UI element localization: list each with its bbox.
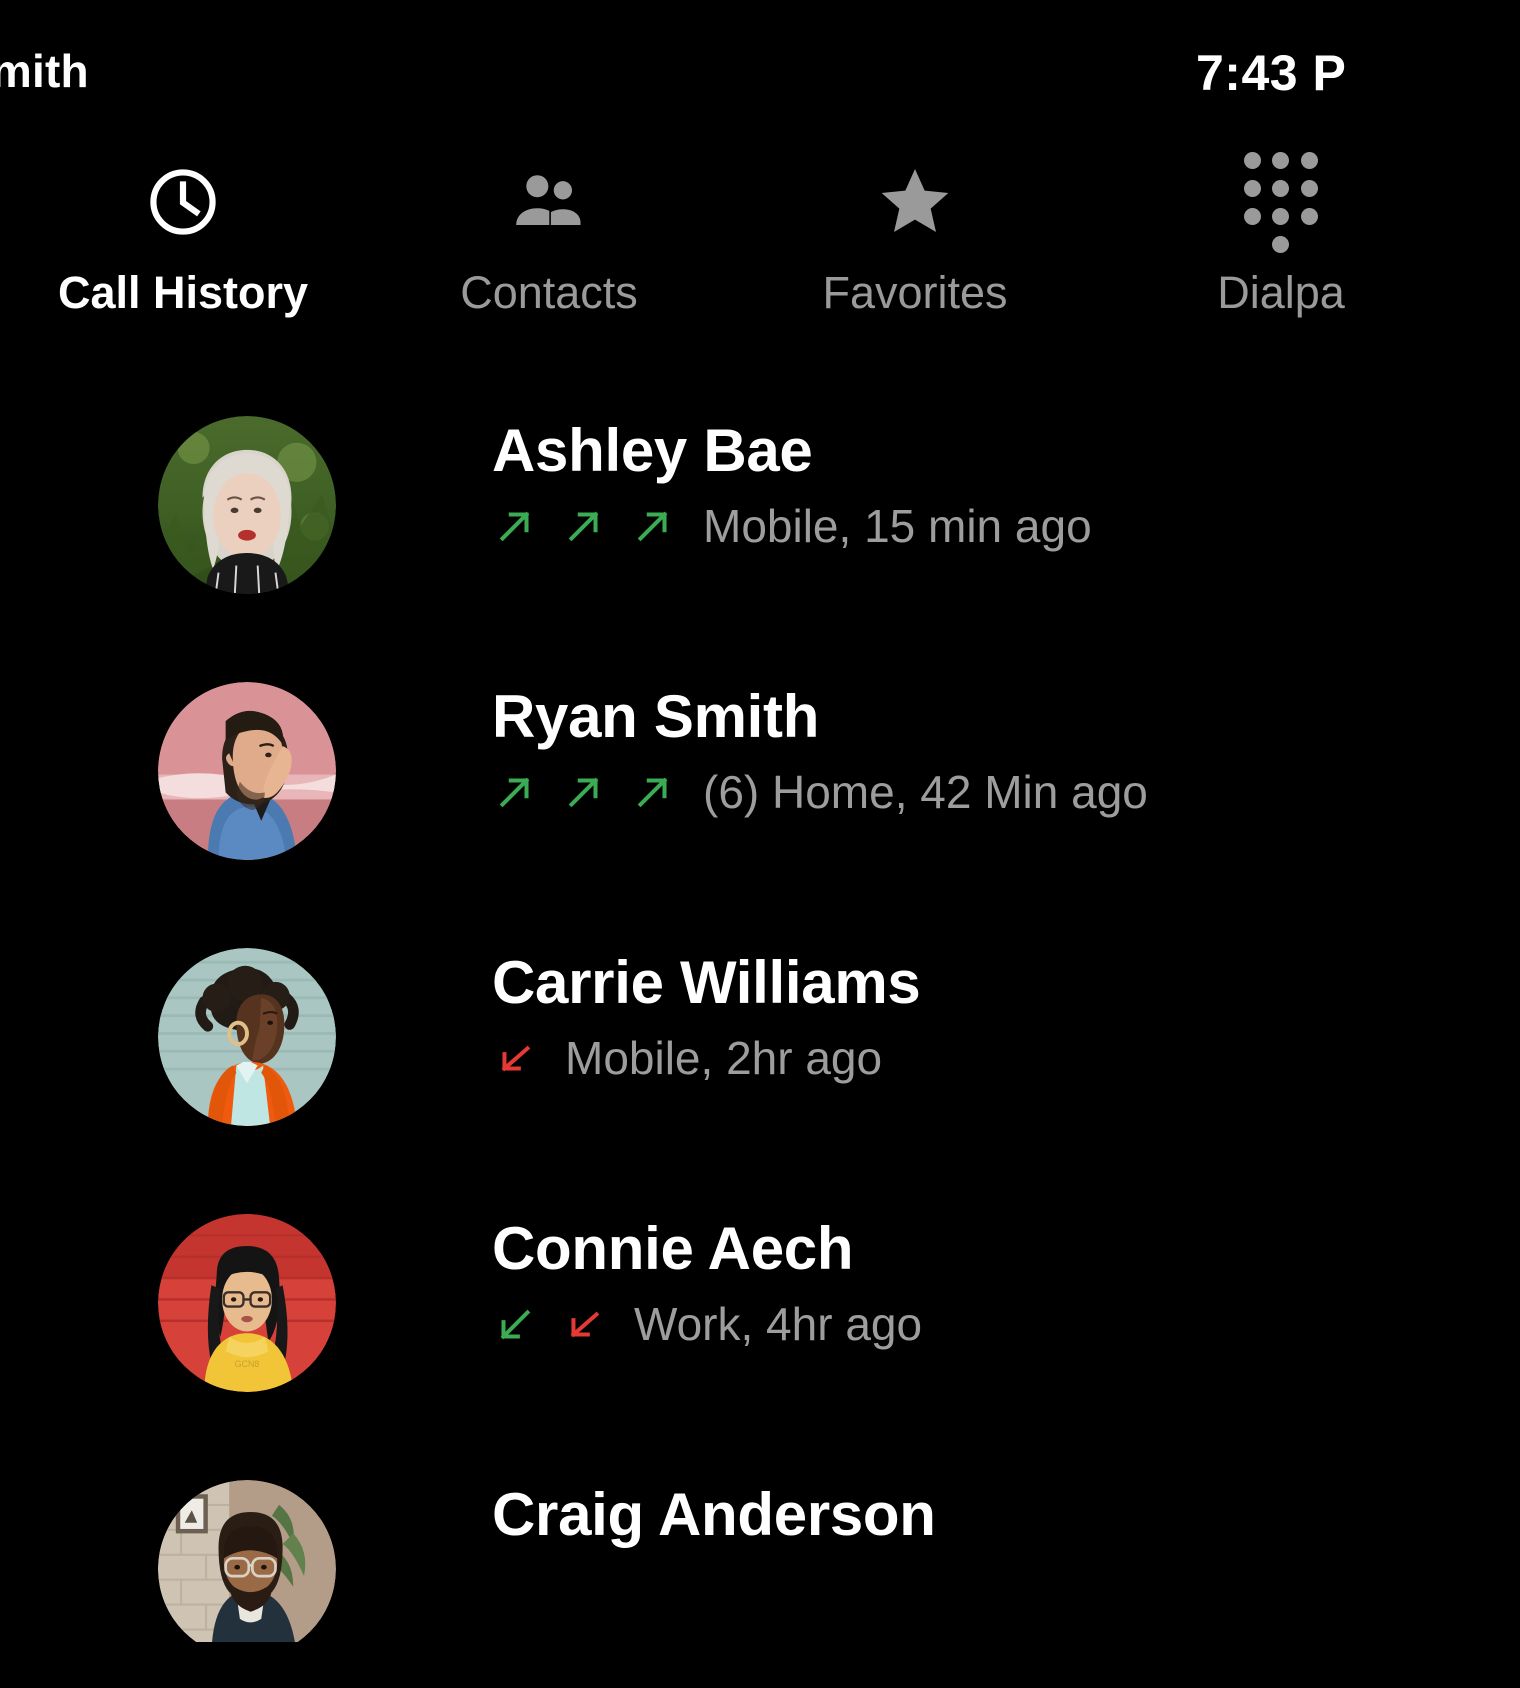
- call-history-row[interactable]: GCN8 Connie Aech Work, 4hr ago: [0, 1196, 1520, 1462]
- call-row-text: Craig Anderson: [492, 1484, 1520, 1545]
- contact-name: Connie Aech: [492, 1215, 854, 1282]
- call-history-row[interactable]: Ryan Smith (6) Home, 42 Min ago: [0, 664, 1520, 930]
- tab-bar: Call History Contacts Favorites Dialpa: [0, 151, 1520, 372]
- outgoing-call-arrow-icon: [492, 769, 538, 815]
- contact-name: Ashley Bae: [492, 417, 813, 484]
- call-direction-arrows: [492, 1035, 561, 1081]
- contact-name: Carrie Williams: [492, 949, 921, 1016]
- call-detail: (6) Home, 42 Min ago: [492, 769, 1520, 815]
- call-history-row[interactable]: Ashley Bae Mobile, 15 min ago: [0, 398, 1520, 664]
- call-row-text: Ashley Bae Mobile, 15 min ago: [492, 420, 1520, 549]
- call-row-text: Connie Aech Work, 4hr ago: [492, 1218, 1520, 1347]
- call-direction-arrows: [492, 1301, 630, 1347]
- ryan-smith-avatar: [158, 682, 336, 860]
- call-detail-text: (6) Home, 42 Min ago: [703, 766, 1148, 819]
- outgoing-call-arrow-icon: [561, 769, 607, 815]
- outgoing-call-arrow-icon: [561, 503, 607, 549]
- outgoing-call-arrow-icon: [630, 503, 676, 549]
- tab-label: Dialpa: [1217, 267, 1345, 318]
- call-row-text: Ryan Smith (6) Home, 42 Min ago: [492, 686, 1520, 815]
- tab-label: Favorites: [822, 267, 1008, 318]
- tab-dialpad[interactable]: Dialpa: [1098, 151, 1464, 318]
- call-detail: Mobile, 15 min ago: [492, 503, 1520, 549]
- people-icon: [508, 160, 590, 244]
- status-bar-clock: 7:43 P: [1196, 45, 1347, 101]
- contact-name: Ryan Smith: [492, 683, 820, 750]
- missed-call-arrow-icon: [561, 1301, 607, 1347]
- outgoing-call-arrow-icon: [630, 769, 676, 815]
- tab-favorites[interactable]: Favorites: [732, 160, 1098, 315]
- status-bar-title: Smith: [0, 45, 89, 97]
- call-direction-arrows: [492, 503, 699, 549]
- incoming-call-arrow-icon: [492, 1301, 538, 1347]
- call-direction-arrows: [492, 769, 699, 815]
- tab-label: Call History: [57, 267, 309, 318]
- star-icon: [873, 160, 957, 244]
- carrie-williams-avatar: [158, 948, 336, 1126]
- call-detail: Mobile, 2hr ago: [492, 1035, 1520, 1081]
- call-history-row[interactable]: Carrie Williams Mobile, 2hr ago: [0, 930, 1520, 1196]
- tab-call-history[interactable]: Call History: [0, 160, 366, 315]
- missed-call-arrow-icon: [492, 1035, 538, 1081]
- call-history-list: Ashley Bae Mobile, 15 min ago Ryan Smith…: [0, 398, 1520, 1642]
- call-detail-text: Mobile, 15 min ago: [703, 500, 1092, 553]
- call-detail-text: Work, 4hr ago: [634, 1298, 923, 1351]
- ashley-bae-avatar: [158, 416, 336, 594]
- tab-label: Contacts: [460, 267, 638, 318]
- call-row-text: Carrie Williams Mobile, 2hr ago: [492, 952, 1520, 1081]
- outgoing-call-arrow-icon: [492, 503, 538, 549]
- craig-anderson-avatar: [158, 1480, 336, 1642]
- connie-aech-avatar: GCN8: [158, 1214, 336, 1392]
- call-history-row[interactable]: Craig Anderson: [0, 1462, 1520, 1642]
- svg-text:GCN8: GCN8: [235, 1359, 260, 1369]
- dialpad-icon: [1244, 151, 1318, 253]
- call-detail: Work, 4hr ago: [492, 1301, 1520, 1347]
- contact-name: Craig Anderson: [492, 1481, 936, 1548]
- tab-contacts[interactable]: Contacts: [366, 160, 732, 315]
- status-bar: Smith 7:43 P: [0, 0, 1520, 140]
- call-detail-text: Mobile, 2hr ago: [565, 1032, 883, 1085]
- clock-icon: [144, 160, 222, 244]
